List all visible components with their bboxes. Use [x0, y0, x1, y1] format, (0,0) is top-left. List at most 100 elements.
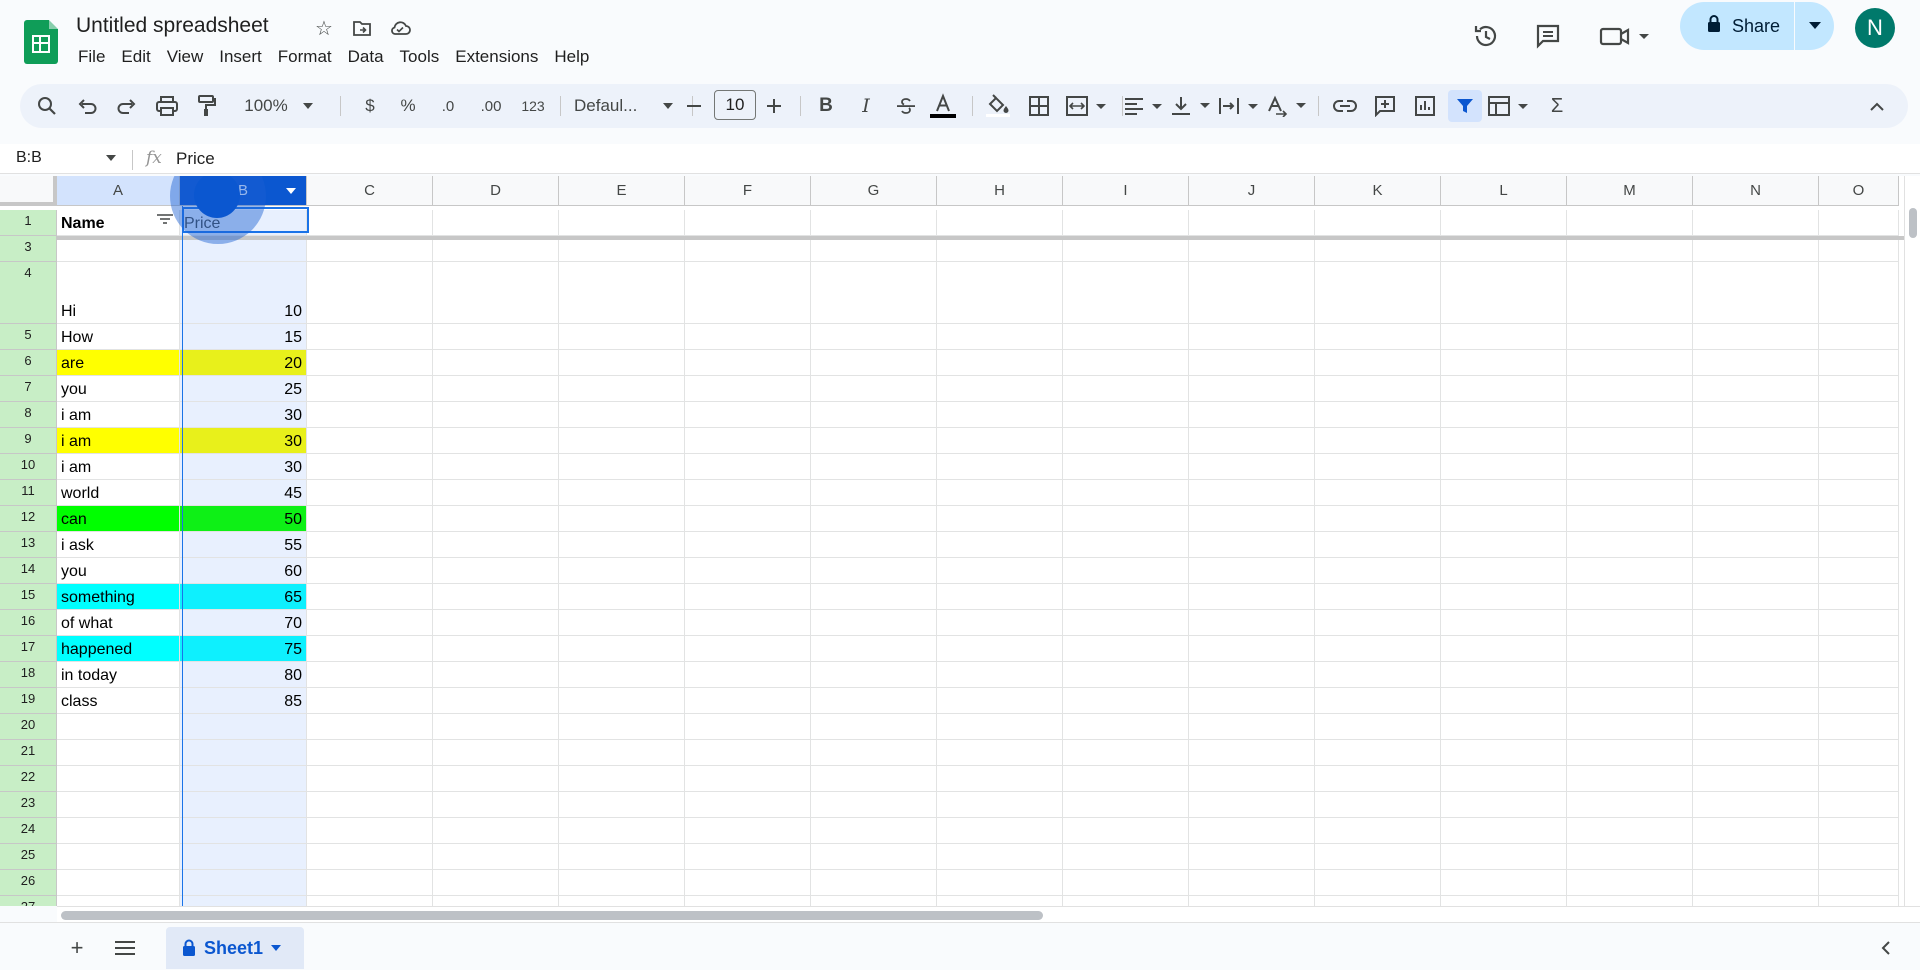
column-header-d[interactable]: D [433, 176, 559, 206]
cell-o5[interactable] [1819, 324, 1899, 350]
add-sheet-icon[interactable]: + [60, 931, 94, 965]
cell-c19[interactable] [307, 688, 433, 714]
cell-j14[interactable] [1189, 558, 1315, 584]
cell-g22[interactable] [811, 766, 937, 792]
cell-f10[interactable] [685, 454, 811, 480]
cell-o17[interactable] [1819, 636, 1899, 662]
cell-i8[interactable] [1063, 402, 1189, 428]
row-header-8[interactable]: 8 [0, 402, 57, 428]
cell-n4[interactable] [1693, 262, 1819, 324]
row-header-17[interactable]: 17 [0, 636, 57, 662]
strikethrough-icon[interactable] [892, 90, 920, 122]
cell-i11[interactable] [1063, 480, 1189, 506]
cell-m14[interactable] [1567, 558, 1693, 584]
menu-insert[interactable]: Insert [211, 46, 270, 68]
cell-k23[interactable] [1315, 792, 1441, 818]
cell-o4[interactable] [1819, 262, 1899, 324]
cell-d12[interactable] [433, 506, 559, 532]
cell-h1[interactable] [937, 210, 1063, 236]
cell-j6[interactable] [1189, 350, 1315, 376]
row-header-24[interactable]: 24 [0, 818, 57, 844]
cell-h7[interactable] [937, 376, 1063, 402]
cell-o12[interactable] [1819, 506, 1899, 532]
cell-j16[interactable] [1189, 610, 1315, 636]
cell-m19[interactable] [1567, 688, 1693, 714]
column-header-l[interactable]: L [1441, 176, 1567, 206]
cell-a4[interactable]: Hi [57, 262, 180, 324]
cell-n13[interactable] [1693, 532, 1819, 558]
cell-m9[interactable] [1567, 428, 1693, 454]
increase-font-size-icon[interactable] [762, 90, 786, 122]
cell-a9[interactable]: i am [57, 428, 180, 454]
cell-o14[interactable] [1819, 558, 1899, 584]
cell-e24[interactable] [559, 818, 685, 844]
cell-d1[interactable] [433, 210, 559, 236]
cell-a6[interactable]: are [57, 350, 180, 376]
cell-c22[interactable] [307, 766, 433, 792]
cell-l5[interactable] [1441, 324, 1567, 350]
cell-n19[interactable] [1693, 688, 1819, 714]
row-header-21[interactable]: 21 [0, 740, 57, 766]
cell-c25[interactable] [307, 844, 433, 870]
cell-l13[interactable] [1441, 532, 1567, 558]
cell-o8[interactable] [1819, 402, 1899, 428]
italic-icon[interactable]: I [852, 90, 880, 122]
cell-h26[interactable] [937, 870, 1063, 896]
share-dropdown-button[interactable] [1795, 22, 1834, 30]
cell-m13[interactable] [1567, 532, 1693, 558]
cell-c21[interactable] [307, 740, 433, 766]
cell-a23[interactable] [57, 792, 180, 818]
column-header-j[interactable]: J [1189, 176, 1315, 206]
row-header-12[interactable]: 12 [0, 506, 57, 532]
cell-d5[interactable] [433, 324, 559, 350]
cell-c1[interactable] [307, 210, 433, 236]
cell-j19[interactable] [1189, 688, 1315, 714]
redo-icon[interactable] [112, 90, 142, 122]
cell-o27[interactable] [1819, 896, 1899, 906]
menu-format[interactable]: Format [270, 46, 340, 68]
cell-f12[interactable] [685, 506, 811, 532]
cloud-saved-icon[interactable] [386, 14, 414, 42]
cell-l16[interactable] [1441, 610, 1567, 636]
cell-f15[interactable] [685, 584, 811, 610]
cell-d16[interactable] [433, 610, 559, 636]
share-button[interactable]: Share [1680, 2, 1794, 50]
cell-g14[interactable] [811, 558, 937, 584]
row-header-20[interactable]: 20 [0, 714, 57, 740]
cell-c23[interactable] [307, 792, 433, 818]
cell-g20[interactable] [811, 714, 937, 740]
sheets-logo-icon[interactable] [24, 20, 58, 64]
cell-f18[interactable] [685, 662, 811, 688]
cell-k13[interactable] [1315, 532, 1441, 558]
cell-h12[interactable] [937, 506, 1063, 532]
more-formats-button[interactable]: 123 [516, 90, 550, 122]
star-icon[interactable]: ☆ [310, 14, 338, 42]
cell-c9[interactable] [307, 428, 433, 454]
cell-n6[interactable] [1693, 350, 1819, 376]
cell-o22[interactable] [1819, 766, 1899, 792]
column-header-e[interactable]: E [559, 176, 685, 206]
cell-j20[interactable] [1189, 714, 1315, 740]
cell-g1[interactable] [811, 210, 937, 236]
cell-k24[interactable] [1315, 818, 1441, 844]
borders-icon[interactable] [1024, 90, 1054, 122]
cell-j18[interactable] [1189, 662, 1315, 688]
row-header-26[interactable]: 26 [0, 870, 57, 896]
cell-g26[interactable] [811, 870, 937, 896]
cell-a19[interactable]: class [57, 688, 180, 714]
filter-views-icon[interactable] [1486, 90, 1532, 122]
cell-d27[interactable] [433, 896, 559, 906]
cell-n15[interactable] [1693, 584, 1819, 610]
cell-k19[interactable] [1315, 688, 1441, 714]
cell-h16[interactable] [937, 610, 1063, 636]
cell-c12[interactable] [307, 506, 433, 532]
cell-g21[interactable] [811, 740, 937, 766]
cell-o20[interactable] [1819, 714, 1899, 740]
cell-a17[interactable]: happened [57, 636, 180, 662]
cell-o7[interactable] [1819, 376, 1899, 402]
cell-k11[interactable] [1315, 480, 1441, 506]
cell-o6[interactable] [1819, 350, 1899, 376]
cell-i15[interactable] [1063, 584, 1189, 610]
version-history-icon[interactable] [1466, 16, 1506, 56]
horizontal-align-icon[interactable] [1120, 90, 1166, 122]
